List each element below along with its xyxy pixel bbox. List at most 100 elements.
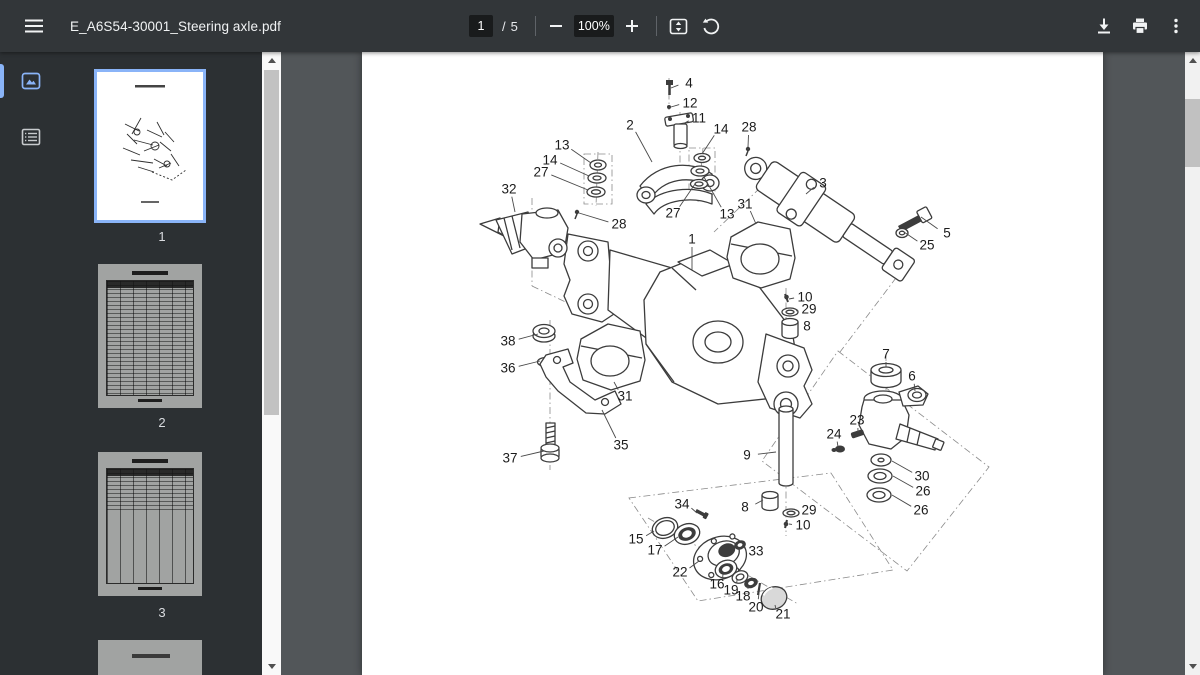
main-scrollbar-thumb[interactable] — [1185, 99, 1200, 167]
fit-to-page-button[interactable] — [665, 12, 693, 40]
callout-1: 1 — [688, 232, 696, 247]
callout-9: 9 — [743, 448, 751, 463]
thumbnail-2-title-bar — [132, 271, 168, 275]
thumbnail-2-footer-bar — [138, 399, 162, 402]
main-scroll-down-button[interactable] — [1185, 658, 1200, 675]
pdf-viewer-area: 4 12 11 2 14 28 13 14 27 3 32 27 13 31 28 5 25 1 10 29 8 38 7 3… — [281, 52, 1185, 675]
zoom-level-input[interactable] — [573, 15, 614, 37]
minus-icon — [549, 25, 562, 27]
thumbnails-view-button[interactable] — [17, 67, 45, 95]
part-bushing-left — [576, 323, 646, 391]
callout-8: 8 — [803, 319, 811, 334]
zoom-out-button[interactable] — [542, 12, 570, 40]
leader-line-36 — [518, 360, 541, 367]
zoom-in-button[interactable] — [618, 12, 646, 40]
rotate-button[interactable] — [697, 12, 725, 40]
callout-29: 29 — [801, 302, 816, 317]
thumbnail-4-text-line — [132, 654, 170, 658]
callout-13: 13 — [719, 207, 734, 222]
callout-38: 38 — [500, 334, 515, 349]
callout-7: 7 — [882, 347, 890, 362]
print-icon — [1133, 18, 1147, 35]
leader-line-28 — [747, 134, 749, 148]
callout-28: 28 — [611, 217, 626, 232]
callout-22: 22 — [672, 565, 687, 580]
leader-line-26 — [892, 475, 914, 488]
callout-36: 36 — [500, 361, 515, 376]
leader-line-31 — [749, 210, 757, 225]
download-button[interactable] — [1090, 12, 1118, 40]
callout-2: 2 — [626, 118, 634, 133]
triangle-down-icon — [267, 664, 276, 669]
triangle-down-icon — [1188, 664, 1197, 669]
callout-20: 20 — [748, 600, 763, 615]
sidebar-scroll-down-button[interactable] — [262, 658, 281, 675]
sidebar-scroll-up-button[interactable] — [262, 52, 281, 69]
callout-27: 27 — [533, 165, 548, 180]
page-count: 5 — [510, 18, 518, 34]
callout-33: 33 — [748, 544, 763, 559]
callout-35: 35 — [613, 438, 628, 453]
callout-4: 4 — [685, 76, 693, 91]
active-tab-indicator — [0, 64, 4, 98]
exploded-parts-diagram: 412112 14 2813142733227 1331285251102983873… — [479, 76, 990, 622]
sidebar-scrollbar[interactable] — [262, 52, 281, 675]
callout-8: 8 — [741, 500, 749, 515]
page-number-input[interactable] — [469, 15, 493, 37]
leader-line-14 — [701, 135, 715, 155]
document-outline-button[interactable] — [17, 123, 45, 151]
leader-line-27 — [551, 174, 589, 191]
callout-21: 21 — [775, 607, 790, 622]
thumbnail-1-preview — [122, 85, 187, 203]
outline-icon — [21, 128, 41, 146]
triangle-up-icon — [267, 58, 276, 63]
triangle-up-icon — [1188, 58, 1197, 63]
callout-17: 17 — [647, 543, 662, 558]
part-left-knuckle — [479, 207, 569, 269]
callout-14: 14 — [713, 122, 729, 137]
callout-5: 5 — [943, 226, 951, 241]
main-scroll-up-button[interactable] — [1185, 52, 1200, 69]
callout-31: 31 — [617, 389, 632, 404]
callout-6: 6 — [908, 369, 916, 384]
callout-26: 26 — [915, 484, 930, 499]
leader-line-29 — [798, 512, 800, 514]
sidebar-nav-rail — [0, 52, 62, 675]
thumbnail-page-2[interactable] — [98, 264, 202, 408]
thumbnail-3-footer-bar — [138, 587, 162, 590]
callout-26: 26 — [913, 503, 928, 518]
callout-29: 29 — [801, 503, 816, 518]
part-lower-kingpin-stack — [761, 490, 800, 529]
menu-button[interactable] — [20, 12, 48, 40]
leader-line-2 — [635, 131, 653, 163]
callout-3: 3 — [819, 176, 827, 191]
leader-line-12 — [670, 104, 680, 108]
thumbnail-page-4[interactable] — [98, 640, 202, 675]
callout-23: 23 — [849, 413, 864, 428]
part-hub-group — [651, 508, 788, 610]
leader-line-4 — [670, 84, 679, 89]
thumbnail-panel: 1 2 3 — [62, 52, 262, 675]
toolbar-divider — [534, 16, 536, 36]
fit-to-page-icon — [670, 18, 688, 34]
callout-32: 32 — [501, 182, 516, 197]
document-title: E_A6S54-30001_Steering axle.pdf — [70, 18, 282, 34]
thumbnail-page-1[interactable] — [94, 69, 206, 223]
callout-24: 24 — [826, 427, 842, 442]
leader-line-32 — [511, 196, 516, 213]
thumbnail-page-3[interactable] — [98, 452, 202, 596]
more-options-button[interactable] — [1162, 12, 1190, 40]
part-bushing-right — [726, 221, 796, 289]
plus-icon — [625, 20, 638, 32]
callout-34: 34 — [674, 497, 690, 512]
leader-line-10 — [788, 297, 795, 300]
main-scrollbar[interactable] — [1185, 52, 1200, 675]
print-button[interactable] — [1126, 12, 1154, 40]
part-upper-kingpin-stack — [781, 293, 799, 340]
sidebar-scrollbar-thumb[interactable] — [264, 70, 279, 415]
callout-31: 31 — [737, 197, 752, 212]
callout-16: 16 — [709, 577, 724, 592]
thumbnail-1-label: 1 — [158, 229, 166, 244]
callout-27: 27 — [665, 206, 680, 221]
callout-28: 28 — [741, 120, 756, 135]
